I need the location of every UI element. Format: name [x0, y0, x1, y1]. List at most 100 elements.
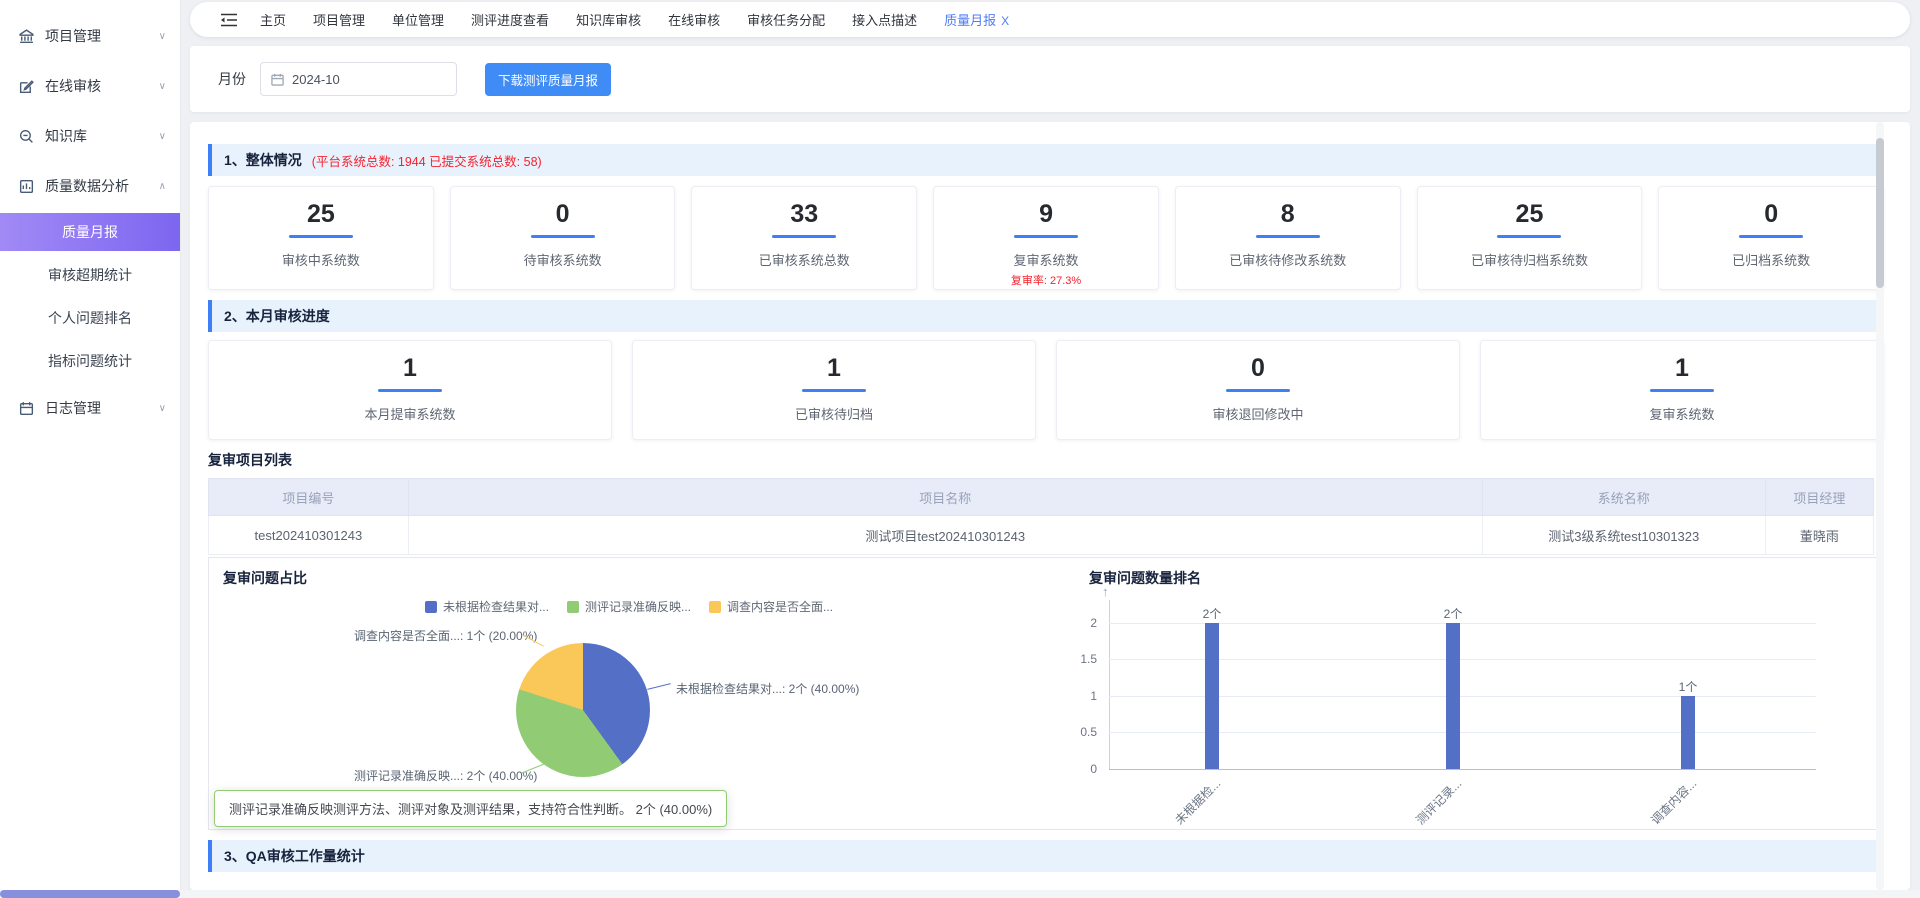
stat-underline — [1650, 389, 1714, 392]
tab-unit-mgmt[interactable]: 单位管理 — [392, 10, 444, 29]
month-value: 2024-10 — [292, 72, 340, 87]
stat-value: 0 — [1764, 199, 1778, 229]
legend-item[interactable]: 未根据检查结果对... — [425, 598, 549, 615]
stat-label: 已审核系统总数 — [759, 250, 850, 269]
tab-task-assign[interactable]: 审核任务分配 — [747, 10, 825, 29]
legend-swatch — [567, 601, 579, 613]
stat-card-month-returned: 0 审核退回修改中 — [1056, 340, 1460, 440]
bar-issue-2[interactable] — [1446, 623, 1460, 769]
legend-item[interactable]: 调查内容是否全面... — [709, 598, 833, 615]
tab-quality-monthly-report[interactable]: 质量月报X — [944, 10, 1009, 29]
legend-swatch — [709, 601, 721, 613]
stat-underline — [1256, 235, 1320, 238]
bar-value-label: 2个 — [1433, 605, 1473, 622]
month-cards-row: 1 本月提审系统数 1 已审核待归档 0 审核退回修改中 1 复审系统数 — [208, 340, 1884, 440]
stat-card-archived: 0 已归档系统数 — [1658, 186, 1884, 290]
y-axis-arrow: ↑ — [1102, 584, 1109, 599]
sidebar-item-quality-analysis[interactable]: 质量数据分析 ∧ — [0, 164, 180, 208]
section-title: 2、本月审核进度 — [224, 306, 330, 326]
pie-leader-line — [647, 683, 671, 690]
sidebar-item-online-review[interactable]: 在线审核 ∨ — [0, 64, 180, 108]
stat-card-reviewing: 25 审核中系统数 — [208, 186, 434, 290]
bar-value-label: 2个 — [1192, 605, 1232, 622]
top-tab-bar: 主页 项目管理 单位管理 测评进度查看 知识库审核 在线审核 审核任务分配 接入… — [190, 2, 1910, 37]
stat-underline — [531, 235, 595, 238]
pie-chart[interactable] — [516, 643, 650, 777]
tab-project-mgmt[interactable]: 项目管理 — [313, 10, 365, 29]
tab-home[interactable]: 主页 — [260, 10, 286, 29]
stat-value: 8 — [1281, 199, 1295, 229]
sidebar-subitem-overdue-stats[interactable]: 审核超期统计 — [0, 256, 180, 294]
x-axis-line — [1109, 769, 1816, 770]
col-project-id: 项目编号 — [209, 479, 409, 516]
bar-issue-1[interactable] — [1205, 623, 1219, 769]
collapse-menu-icon[interactable] — [220, 13, 238, 27]
sidebar-item-label: 项目管理 — [45, 26, 101, 46]
cell-project-manager: 董晓雨 — [1765, 516, 1873, 555]
stat-value: 1 — [1675, 353, 1689, 383]
stat-underline — [1226, 389, 1290, 392]
tab-online-review[interactable]: 在线审核 — [668, 10, 720, 29]
stat-label: 本月提审系统数 — [364, 404, 455, 423]
cell-project-id: test202410301243 — [209, 516, 409, 555]
stat-card-re-review: 9 复审系统数 复审率: 27.3% — [933, 186, 1159, 290]
stat-label: 审核中系统数 — [282, 250, 360, 269]
section-title: 3、QA审核工作量统计 — [224, 846, 365, 866]
sidebar-item-knowledge-base[interactable]: 知识库 ∨ — [0, 114, 180, 158]
x-category-label: 调查内容... — [1647, 775, 1700, 828]
stat-underline — [772, 235, 836, 238]
legend-item[interactable]: 测评记录准确反映... — [567, 598, 691, 615]
y-tick: 0.5 — [1049, 725, 1097, 739]
sidebar-item-label: 知识库 — [45, 126, 87, 146]
sidebar-item-label: 日志管理 — [45, 398, 101, 418]
close-icon[interactable]: X — [1001, 14, 1009, 28]
bar-chart-region: 复审问题数量排名 ↑ 2 1.5 1 0.5 0 2个 2个 1个 未根据检..… — [1049, 558, 1885, 831]
stat-underline — [1739, 235, 1803, 238]
sidebar-subitem-personal-ranking[interactable]: 个人问题排名 — [0, 299, 180, 337]
pie-callout-blue: 未根据检查结果对...: 2个 (40.00%) — [676, 680, 859, 697]
y-axis-line — [1109, 600, 1110, 769]
re-review-rate: 复审率: 27.3% — [1011, 272, 1081, 288]
pie-callout-yellow: 调查内容是否全面...: 1个 (20.00%) — [354, 627, 537, 644]
pie-chart-region: 复审问题占比 未根据检查结果对... 测评记录准确反映... 调查内容是否全面.… — [209, 558, 1049, 829]
stat-label: 已审核待归档系统数 — [1471, 250, 1588, 269]
chart-doc-icon — [18, 178, 35, 195]
stat-value: 1 — [403, 353, 417, 383]
horizontal-scrollbar-thumb[interactable] — [0, 890, 180, 898]
stat-value: 0 — [556, 199, 570, 229]
cell-system-name: 测试3级系统test10301323 — [1482, 516, 1765, 555]
stat-value: 0 — [1251, 353, 1265, 383]
horizontal-scrollbar-track[interactable] — [0, 890, 1920, 898]
tab-progress-view[interactable]: 测评进度查看 — [471, 10, 549, 29]
legend-label: 调查内容是否全面... — [727, 598, 833, 615]
pie-legend: 未根据检查结果对... 测评记录准确反映... 调查内容是否全面... — [209, 598, 1049, 615]
tab-access-point[interactable]: 接入点描述 — [852, 10, 917, 29]
sidebar-item-label: 在线审核 — [45, 76, 101, 96]
log-icon — [18, 400, 35, 417]
filter-bar: 月份 2024-10 下载测评质量月报 — [190, 46, 1910, 112]
pie-tooltip: 测评记录准确反映测评方法、测评对象及测评结果，支持符合性判断。 2个 (40.0… — [214, 790, 727, 827]
col-system-name: 系统名称 — [1482, 479, 1765, 516]
tab-knowledge-review[interactable]: 知识库审核 — [576, 10, 641, 29]
chevron-down-icon: ∨ — [159, 31, 166, 42]
y-tick: 2 — [1049, 616, 1097, 630]
bank-icon — [18, 28, 35, 45]
stat-underline — [1014, 235, 1078, 238]
sidebar-subitem-quality-monthly-report[interactable]: 质量月报 — [0, 213, 180, 251]
chevron-down-icon: ∨ — [159, 131, 166, 142]
pie-chart-title: 复审问题占比 — [223, 568, 307, 588]
stat-underline — [378, 389, 442, 392]
month-picker[interactable]: 2024-10 — [260, 62, 457, 96]
sidebar-item-log-mgmt[interactable]: 日志管理 ∨ — [0, 386, 180, 430]
y-tick: 1 — [1049, 689, 1097, 703]
chevron-down-icon: ∨ — [159, 81, 166, 92]
bar-issue-3[interactable] — [1681, 696, 1695, 769]
legend-label: 未根据检查结果对... — [443, 598, 549, 615]
vertical-scrollbar-thumb[interactable] — [1876, 138, 1884, 288]
sidebar-subitem-indicator-stats[interactable]: 指标问题统计 — [0, 342, 180, 380]
stat-label: 已归档系统数 — [1732, 250, 1810, 269]
chevron-down-icon: ∨ — [159, 403, 166, 414]
bar-value-label: 1个 — [1668, 678, 1708, 695]
sidebar-item-project-mgmt[interactable]: 项目管理 ∨ — [0, 14, 180, 58]
download-report-button[interactable]: 下载测评质量月报 — [485, 63, 611, 96]
